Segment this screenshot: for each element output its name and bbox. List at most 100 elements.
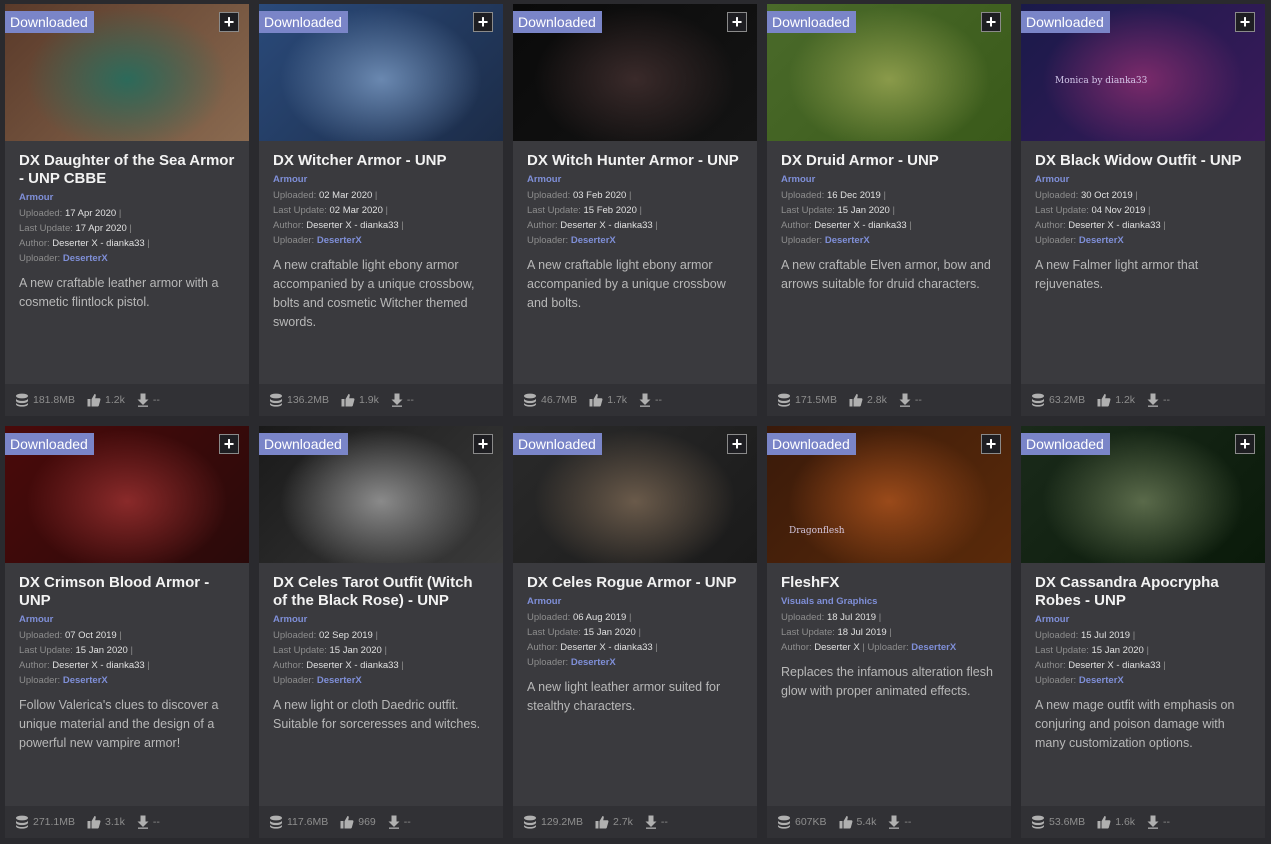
- downloaded-badge: Downloaded: [259, 433, 348, 455]
- mod-title[interactable]: DX Black Widow Outfit - UNP: [1035, 152, 1251, 170]
- mod-thumbnail[interactable]: Downloaded +: [513, 4, 757, 141]
- mod-card[interactable]: Downloaded + DX Druid Armor - UNP Armour…: [767, 4, 1011, 416]
- mod-category[interactable]: Visuals and Graphics: [781, 596, 997, 607]
- mod-title[interactable]: FleshFX: [781, 574, 997, 592]
- mod-card[interactable]: Downloaded + Dragonflesh FleshFX Visuals…: [767, 426, 1011, 838]
- mod-category[interactable]: Armour: [781, 174, 997, 185]
- mod-card[interactable]: Downloaded + DX Celes Rogue Armor - UNP …: [513, 426, 757, 838]
- card-body: FleshFX Visuals and Graphics Uploaded: 1…: [767, 563, 1011, 806]
- mod-title[interactable]: DX Witch Hunter Armor - UNP: [527, 152, 743, 170]
- mod-thumbnail[interactable]: Downloaded +: [767, 4, 1011, 141]
- meta-line: Last Update: 18 Jul 2019 |: [781, 627, 892, 638]
- mod-category[interactable]: Armour: [273, 174, 489, 185]
- meta-label: Uploader:: [527, 235, 569, 246]
- mod-thumbnail[interactable]: Downloaded +: [1021, 426, 1265, 563]
- uploader-link[interactable]: DeserterX: [571, 657, 616, 668]
- database-icon: [269, 815, 283, 829]
- mod-description: A new craftable Elven armor, bow and arr…: [781, 258, 991, 291]
- plus-icon[interactable]: +: [473, 12, 493, 32]
- meta-value: 06 Aug 2019: [572, 612, 627, 623]
- plus-icon[interactable]: +: [1235, 12, 1255, 32]
- meta-line: Author: Deserter X - dianka33 |: [19, 660, 150, 671]
- meta-value: 18 Jul 2019: [826, 612, 877, 623]
- mod-title[interactable]: DX Crimson Blood Armor - UNP: [19, 574, 235, 610]
- plus-icon[interactable]: +: [219, 434, 239, 454]
- meta-line: Author: Deserter X - dianka33 |: [781, 220, 912, 231]
- mod-title[interactable]: DX Celes Rogue Armor - UNP: [527, 574, 743, 592]
- mod-thumbnail[interactable]: Downloaded +: [259, 426, 503, 563]
- mod-title[interactable]: DX Druid Armor - UNP: [781, 152, 997, 170]
- thumbs-up-icon: [595, 815, 609, 829]
- mod-category[interactable]: Armour: [527, 174, 743, 185]
- plus-icon[interactable]: +: [727, 434, 747, 454]
- meta-line: Uploaded: 02 Sep 2019 |: [273, 630, 378, 641]
- uploader-link[interactable]: DeserterX: [911, 642, 956, 653]
- mod-title[interactable]: DX Cassandra Apocrypha Robes - UNP: [1035, 574, 1251, 610]
- mod-title[interactable]: DX Witcher Armor - UNP: [273, 152, 489, 170]
- mod-category[interactable]: Armour: [527, 596, 743, 607]
- mod-card[interactable]: Downloaded + DX Celes Tarot Outfit (Witc…: [259, 426, 503, 838]
- mod-card[interactable]: Downloaded + Monica by dianka33 DX Black…: [1021, 4, 1265, 416]
- plus-icon[interactable]: +: [1235, 434, 1255, 454]
- plus-icon[interactable]: +: [473, 434, 493, 454]
- mod-title[interactable]: DX Daughter of the Sea Armor - UNP CBBE: [19, 152, 235, 188]
- meta-value: Deserter X - dianka33: [306, 220, 399, 231]
- meta-label: Last Update:: [527, 627, 581, 638]
- mod-description: Replaces the infamous alteration flesh g…: [781, 665, 993, 698]
- uploader-link[interactable]: DeserterX: [317, 675, 362, 686]
- mod-category[interactable]: Armour: [19, 192, 235, 203]
- mod-thumbnail[interactable]: Downloaded + Dragonflesh: [767, 426, 1011, 563]
- downloads: --: [639, 393, 662, 407]
- mod-description: A new craftable light ebony armor accomp…: [273, 258, 475, 329]
- meta-label: Uploader:: [1035, 235, 1077, 246]
- mod-title[interactable]: DX Celes Tarot Outfit (Witch of the Blac…: [273, 574, 489, 610]
- endorsement-count: 2.8k: [867, 394, 887, 406]
- uploader-link[interactable]: DeserterX: [63, 675, 108, 686]
- mod-card[interactable]: Downloaded + DX Cassandra Apocrypha Robe…: [1021, 426, 1265, 838]
- meta-label: Author:: [781, 220, 812, 231]
- meta-label: Author:: [527, 220, 558, 231]
- downloaded-badge: Downloaded: [513, 11, 602, 33]
- plus-icon[interactable]: +: [727, 12, 747, 32]
- mod-card[interactable]: Downloaded + DX Witch Hunter Armor - UNP…: [513, 4, 757, 416]
- meta-line: Author: Deserter X - dianka33 |: [527, 642, 658, 653]
- mod-category[interactable]: Armour: [1035, 174, 1251, 185]
- database-icon: [269, 393, 283, 407]
- mod-thumbnail[interactable]: Downloaded + Monica by dianka33: [1021, 4, 1265, 141]
- mod-card[interactable]: Downloaded + DX Crimson Blood Armor - UN…: [5, 426, 249, 838]
- meta-label: Last Update:: [19, 645, 73, 656]
- mod-card[interactable]: Downloaded + DX Daughter of the Sea Armo…: [5, 4, 249, 416]
- mod-card[interactable]: Downloaded + DX Witcher Armor - UNP Armo…: [259, 4, 503, 416]
- mod-thumbnail[interactable]: Downloaded +: [5, 4, 249, 141]
- mod-thumbnail[interactable]: Downloaded +: [513, 426, 757, 563]
- uploader-link[interactable]: DeserterX: [825, 235, 870, 246]
- mod-meta: Uploaded: 30 Oct 2019 | Last Update: 04 N…: [1035, 188, 1251, 248]
- download-count: --: [403, 816, 411, 828]
- uploader-link[interactable]: DeserterX: [1079, 235, 1124, 246]
- thumbnail-caption: Monica by dianka33: [1055, 76, 1148, 86]
- file-size-value: 53.6MB: [1049, 816, 1086, 828]
- mod-category[interactable]: Armour: [273, 614, 489, 625]
- mod-meta: Uploaded: 18 Jul 2019 | Last Update: 18 J…: [781, 610, 997, 655]
- file-size-value: 129.2MB: [541, 816, 584, 828]
- plus-icon[interactable]: +: [981, 12, 1001, 32]
- uploader-link[interactable]: DeserterX: [1079, 675, 1124, 686]
- mod-meta: Uploaded: 03 Feb 2020 | Last Update: 15 F…: [527, 188, 743, 248]
- plus-icon[interactable]: +: [219, 12, 239, 32]
- meta-value: Deserter X - dianka33: [306, 660, 399, 671]
- meta-label: Uploader:: [19, 253, 61, 264]
- mod-thumbnail[interactable]: Downloaded +: [259, 4, 503, 141]
- meta-label: Last Update:: [1035, 645, 1089, 656]
- thumbs-up-icon: [589, 393, 603, 407]
- uploader-link[interactable]: DeserterX: [63, 253, 108, 264]
- plus-icon[interactable]: +: [981, 434, 1001, 454]
- mod-description: A new craftable light ebony armor accomp…: [527, 258, 726, 310]
- mod-category[interactable]: Armour: [19, 614, 235, 625]
- downloaded-badge: Downloaded: [1021, 11, 1110, 33]
- meta-label: Author:: [1035, 660, 1066, 671]
- uploader-link[interactable]: DeserterX: [317, 235, 362, 246]
- uploader-link[interactable]: DeserterX: [571, 235, 616, 246]
- mod-thumbnail[interactable]: Downloaded +: [5, 426, 249, 563]
- meta-line: Author: Deserter X - dianka33 |: [19, 238, 150, 249]
- mod-category[interactable]: Armour: [1035, 614, 1251, 625]
